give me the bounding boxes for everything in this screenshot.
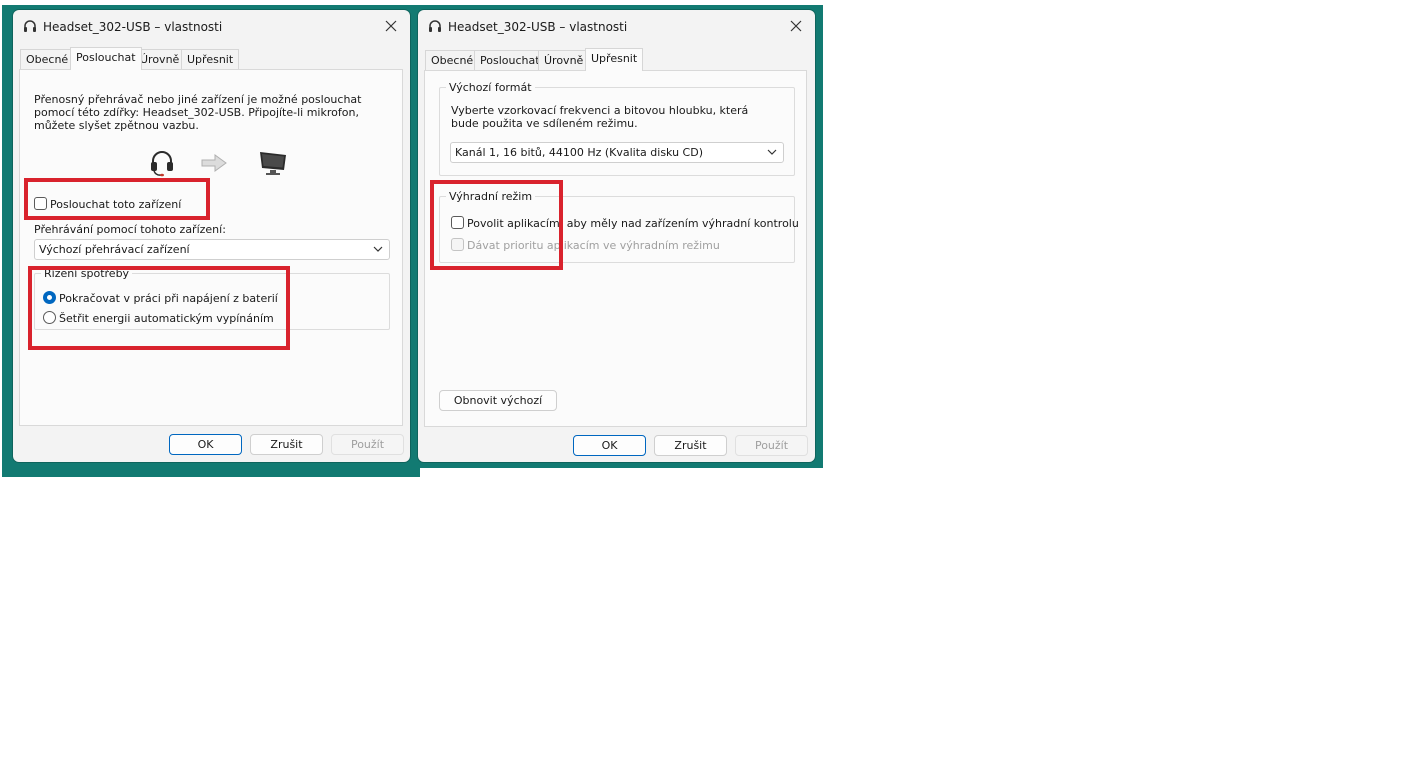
cancel-button[interactable]: Zrušit	[654, 435, 727, 456]
radio-save-energy-label: Šetřit energii automatickým vypínáním	[59, 312, 274, 325]
radio-continue-on-battery-label: Pokračovat v práci při napájení z bateri…	[59, 292, 278, 305]
chevron-down-icon	[767, 149, 777, 155]
window-title: Headset_302-USB – vlastnosti	[448, 20, 628, 34]
headset-app-icon	[429, 20, 441, 32]
exclusive-priority-checkbox[interactable]	[451, 238, 464, 251]
exclusive-priority-label: Dávat prioritu aplikacím ve výhradním re…	[467, 239, 720, 252]
ok-button[interactable]: OK	[573, 435, 646, 456]
close-icon	[790, 20, 802, 32]
cancel-button[interactable]: Zrušit	[250, 434, 323, 455]
radio-continue-on-battery[interactable]	[43, 291, 56, 304]
tab-obecne[interactable]: Obecné	[20, 49, 75, 70]
title-bar: Headset_302-USB – vlastnosti	[13, 10, 410, 44]
apply-button[interactable]: Použít	[331, 434, 404, 455]
monitor-icon	[260, 152, 286, 175]
tab-urovne[interactable]: Úrovně	[134, 49, 186, 70]
ok-button[interactable]: OK	[169, 434, 242, 455]
tab-upresnit[interactable]: Upřesnit	[181, 49, 240, 70]
default-format-select[interactable]: Kanál 1, 16 bitů, 44100 Hz (Kvalita disk…	[450, 142, 784, 163]
listen-checkbox-label: Poslouchat toto zařízení	[50, 198, 182, 211]
playback-device-select[interactable]: Výchozí přehrávací zařízení	[34, 239, 390, 260]
format-description: Vyberte vzorkovací frekvenci a bitovou h…	[451, 104, 749, 130]
headset-app-icon	[24, 20, 36, 32]
radio-save-energy[interactable]	[43, 311, 56, 324]
restore-defaults-button[interactable]: Obnovit výchozí	[439, 390, 557, 411]
tab-urovne[interactable]: Úrovně	[538, 50, 590, 71]
chevron-down-icon	[373, 246, 383, 252]
listen-checkbox[interactable]	[34, 197, 47, 210]
exclusive-group-label: Výhradní režim	[446, 190, 536, 203]
playback-label: Přehrávání pomocí tohoto zařízení:	[34, 223, 226, 236]
power-group-label: Řízení spotřeby	[41, 267, 133, 280]
tab-poslouchat[interactable]: Poslouchat	[70, 47, 142, 70]
allow-exclusive-control-checkbox[interactable]	[451, 216, 464, 229]
close-button[interactable]	[783, 14, 809, 38]
close-button[interactable]	[378, 14, 404, 38]
allow-exclusive-control-label: Povolit aplikacím, aby měly nad zařízení…	[467, 217, 799, 230]
tab-obecne[interactable]: Obecné	[425, 50, 480, 71]
arrow-right-icon	[201, 154, 227, 172]
listen-description: Přenosný přehrávač nebo jiné zařízení je…	[34, 93, 362, 132]
playback-device-value: Výchozí přehrávací zařízení	[39, 243, 190, 256]
apply-button[interactable]: Použít	[735, 435, 808, 456]
left-properties-dialog: Headset_302-USB – vlastnosti Obecné Posl…	[13, 10, 410, 462]
headset-icon	[151, 151, 173, 177]
right-properties-dialog: Headset_302-USB – vlastnosti Obecné Posl…	[418, 10, 815, 462]
tab-upresnit[interactable]: Upřesnit	[585, 48, 644, 71]
title-bar: Headset_302-USB – vlastnosti	[418, 10, 815, 44]
format-group-label: Výchozí formát	[446, 81, 535, 94]
window-title: Headset_302-USB – vlastnosti	[43, 20, 223, 34]
default-format-value: Kanál 1, 16 bitů, 44100 Hz (Kvalita disk…	[455, 146, 703, 159]
close-icon	[385, 20, 397, 32]
tab-poslouchat[interactable]: Poslouchat	[474, 50, 546, 71]
